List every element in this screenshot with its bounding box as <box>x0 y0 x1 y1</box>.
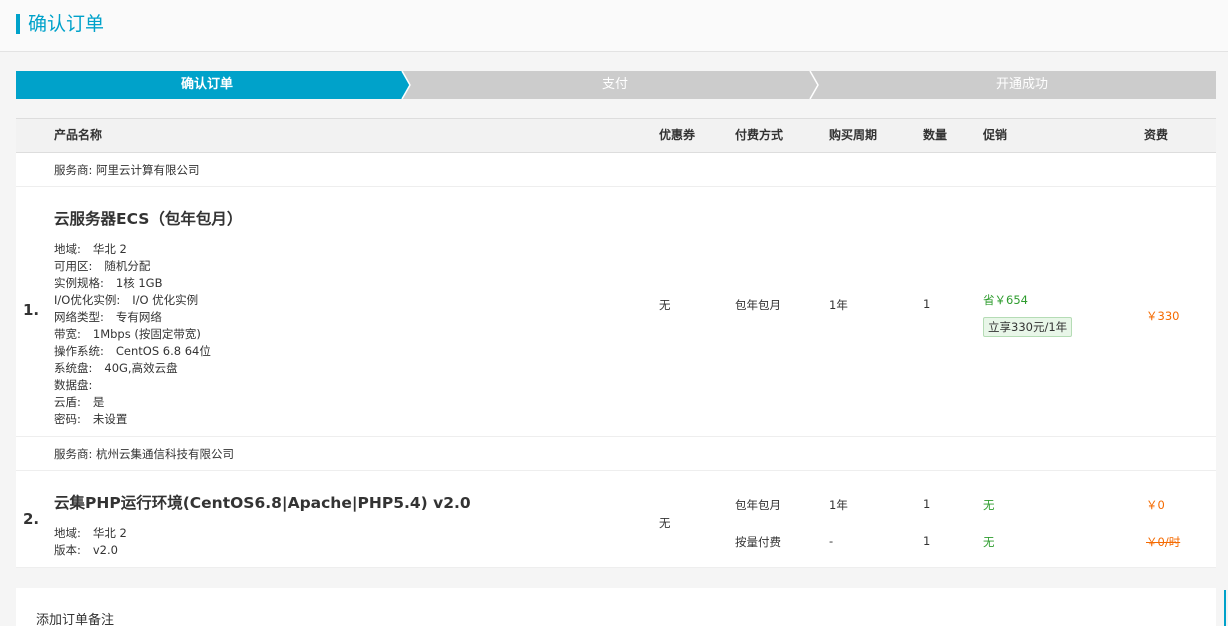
spec-key: 密码: <box>54 412 81 426</box>
vendor-name: 服务商: 阿里云计算有限公司 <box>54 163 200 177</box>
spec-line: 操作系统: CentOS 6.8 64位 <box>54 343 211 360</box>
step-confirm-order: 确认订单 <box>180 77 233 92</box>
quantity-value: 1 <box>923 297 931 311</box>
spec-line: 地域: 华北 2 <box>54 241 211 258</box>
spec-line: 网络类型: 专有网络 <box>54 309 211 326</box>
spec-key: 云盾: <box>54 395 81 409</box>
coupon-value: 无 <box>659 298 671 312</box>
spec-line: 数据盘: <box>54 377 211 394</box>
spec-key: 网络类型: <box>54 310 104 324</box>
spec-value: CentOS 6.8 64位 <box>115 344 211 358</box>
spec-key: 地域: <box>54 526 81 540</box>
billing-value: 按量付费 <box>735 535 781 549</box>
coupon-value: 无 <box>659 516 671 530</box>
table-row: 2. 云集PHP运行环境(CentOS6.8|Apache|PHP5.4) v2… <box>16 471 1216 568</box>
product-specs: 地域: 华北 2 版本: v2.0 <box>54 525 127 559</box>
billing-value: 包年包月 <box>735 498 781 512</box>
quantity-value: 1 <box>923 497 931 511</box>
spec-line: 云盾: 是 <box>54 394 211 411</box>
row-index: 1. <box>23 301 40 319</box>
spec-key: 版本: <box>54 543 81 557</box>
period-value: - <box>829 534 834 548</box>
spec-line: 带宽: 1Mbps (按固定带宽) <box>54 326 211 343</box>
title-accent-bar <box>16 14 20 34</box>
spec-line: 可用区: 随机分配 <box>54 258 211 275</box>
spec-value: 是 <box>92 395 105 409</box>
product-name: 云集PHP运行环境(CentOS6.8|Apache|PHP5.4) v2.0 <box>54 494 471 512</box>
table-row: 1. 云服务器ECS（包年包月） 地域: 华北 2 可用区: 随机分配 实例规格: 1… <box>16 187 1216 437</box>
col-coupon: 优惠券 <box>659 128 696 142</box>
spec-line: 实例规格: 1核 1GB <box>54 275 211 292</box>
spec-value: 专有网络 <box>115 310 162 324</box>
price-value: ￥0 <box>1146 498 1165 512</box>
col-billing: 付费方式 <box>735 128 784 142</box>
spec-value: 随机分配 <box>104 259 151 273</box>
add-order-remark-link[interactable]: 添加订单备注 <box>36 609 114 626</box>
page-title: 确认订单 <box>28 13 105 35</box>
promo-value: 无 <box>983 535 995 549</box>
price-value: ￥330 <box>1146 309 1180 323</box>
col-period: 购买周期 <box>829 128 878 142</box>
spec-value: 1Mbps (按固定带宽) <box>92 327 201 341</box>
product-name: 云服务器ECS（包年包月） <box>54 210 243 228</box>
spec-value: I/O 优化实例 <box>132 293 199 307</box>
spec-line: 版本: v2.0 <box>54 542 127 559</box>
spec-value: 华北 2 <box>92 242 127 256</box>
period-value: 1年 <box>829 498 848 512</box>
progress-steps: 确认订单 支付 开通成功 <box>16 71 1216 99</box>
edge-accent-bar <box>1224 590 1226 626</box>
spec-value: 1核 1GB <box>115 276 163 290</box>
step-payment: 支付 <box>601 77 628 92</box>
spec-value: 未设置 <box>92 412 128 426</box>
row-index: 2. <box>23 510 40 528</box>
spec-line: I/O优化实例: I/O 优化实例 <box>54 292 211 309</box>
vendor-name: 服务商: 杭州云集通信科技有限公司 <box>54 447 235 461</box>
promo-save: 省￥654 <box>983 293 1028 307</box>
promo-value: 无 <box>983 498 995 512</box>
vendor-row: 服务商: 杭州云集通信科技有限公司 <box>16 437 1216 471</box>
col-product-name: 产品名称 <box>54 128 103 142</box>
col-promotion: 促销 <box>983 128 1008 142</box>
price-value-struck: ￥0/时 <box>1146 535 1181 549</box>
spec-line: 密码: 未设置 <box>54 411 211 428</box>
table-header: 产品名称 优惠券 付费方式 购买周期 数量 促销 资费 <box>16 118 1216 153</box>
product-specs: 地域: 华北 2 可用区: 随机分配 实例规格: 1核 1GB I/O优化实例: I/O… <box>54 241 211 428</box>
spec-key: 地域: <box>54 242 81 256</box>
quantity-value: 1 <box>923 534 931 548</box>
col-price: 资费 <box>1144 128 1169 142</box>
billing-value: 包年包月 <box>735 298 781 312</box>
spec-value: 40G,高效云盘 <box>104 361 178 375</box>
spec-key: 实例规格: <box>54 276 104 290</box>
promo-tag: 立享330元/1年 <box>983 317 1073 337</box>
spec-value: v2.0 <box>92 543 118 557</box>
vendor-row: 服务商: 阿里云计算有限公司 <box>16 153 1216 187</box>
page-header: 确认订单 <box>0 0 1228 52</box>
step-activation-success: 开通成功 <box>995 77 1048 92</box>
period-value: 1年 <box>829 298 848 312</box>
spec-key: 带宽: <box>54 327 81 341</box>
spec-value: 华北 2 <box>92 526 127 540</box>
spec-key: I/O优化实例: <box>54 293 121 307</box>
order-remark-section: 添加订单备注 <box>16 588 1216 626</box>
spec-line: 地域: 华北 2 <box>54 525 127 542</box>
spec-key: 操作系统: <box>54 344 104 358</box>
spec-line: 系统盘: 40G,高效云盘 <box>54 360 211 377</box>
spec-key: 可用区: <box>54 259 93 273</box>
spec-key: 系统盘: <box>54 361 93 375</box>
order-table: 产品名称 优惠券 付费方式 购买周期 数量 促销 资费 服务商: 阿里云计算有限… <box>16 118 1216 568</box>
spec-key: 数据盘: <box>54 378 93 392</box>
col-quantity: 数量 <box>923 128 948 142</box>
